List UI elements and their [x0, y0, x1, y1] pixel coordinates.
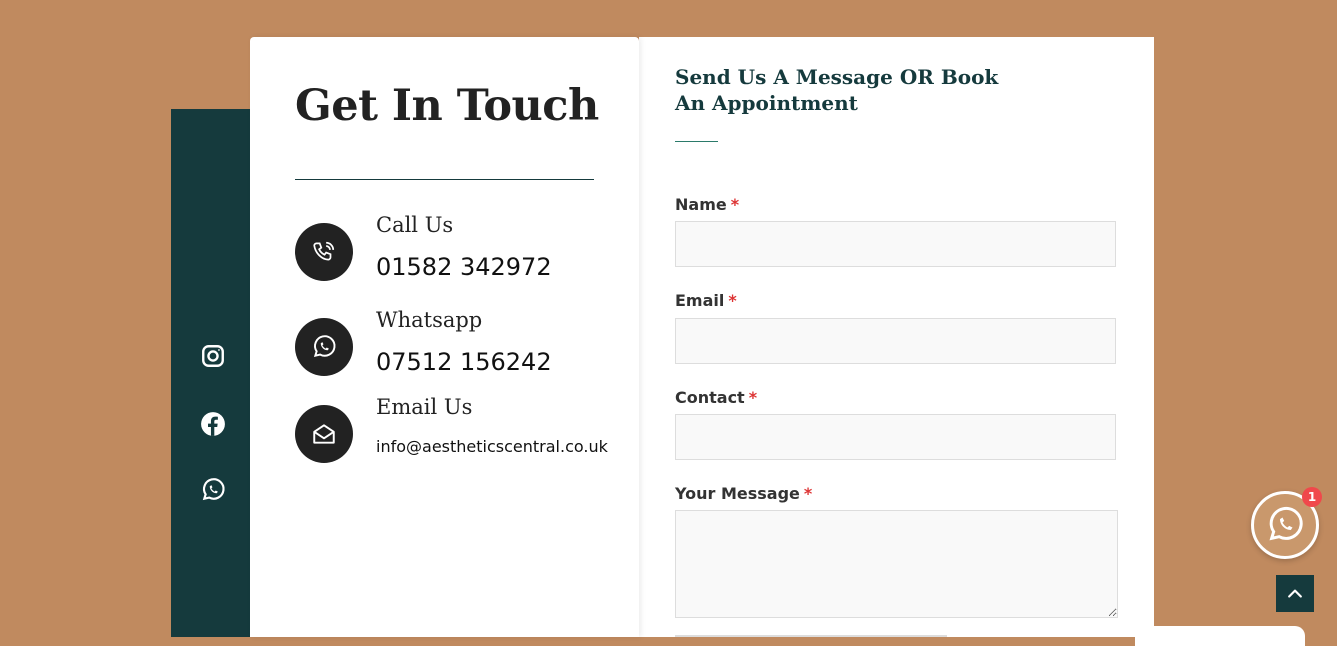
contact-label: Contact *	[675, 388, 758, 407]
form-heading: Send Us A Message OR Book An Appointment	[675, 65, 999, 115]
whatsapp-icon	[295, 318, 353, 376]
message-label: Your Message *	[675, 484, 813, 503]
required-marker: *	[803, 484, 813, 503]
contact-info-card: Get In Touch Call Us 01582 342972 Whatsa…	[250, 37, 639, 637]
envelope-open-icon	[295, 405, 353, 463]
facebook-icon[interactable]	[200, 411, 226, 437]
contact-form-card: Send Us A Message OR Book An Appointment…	[639, 37, 1154, 637]
required-marker: *	[748, 388, 758, 407]
message-textarea[interactable]	[675, 510, 1118, 618]
instagram-icon[interactable]	[200, 343, 226, 369]
contact-field[interactable]	[675, 414, 1116, 460]
title-divider	[295, 179, 594, 180]
name-label: Name *	[675, 195, 740, 214]
chat-popup-edge	[1135, 626, 1305, 646]
contact-title: Get In Touch	[295, 81, 599, 131]
contact-label: Email Us	[376, 395, 473, 419]
whatsapp-icon	[1269, 506, 1303, 541]
notification-badge: 1	[1302, 487, 1322, 507]
email-link[interactable]: info@aestheticscentral.co.uk	[376, 437, 608, 456]
whatsapp-icon[interactable]	[200, 477, 226, 503]
phone-number-link[interactable]: 01582 342972	[376, 253, 552, 281]
required-marker: *	[728, 291, 737, 310]
contact-label: Whatsapp	[376, 308, 483, 332]
whatsapp-number-link[interactable]: 07512 156242	[376, 348, 552, 376]
email-field[interactable]	[675, 318, 1116, 364]
contact-label: Call Us	[376, 213, 454, 237]
required-marker: *	[730, 195, 740, 214]
scroll-to-top-button[interactable]	[1276, 575, 1314, 612]
email-label: Email *	[675, 291, 737, 310]
social-sidebar	[171, 109, 250, 637]
form-heading-divider	[675, 141, 718, 142]
name-field[interactable]	[675, 221, 1116, 267]
phone-icon	[295, 223, 353, 281]
chevron-up-icon	[1288, 589, 1302, 598]
